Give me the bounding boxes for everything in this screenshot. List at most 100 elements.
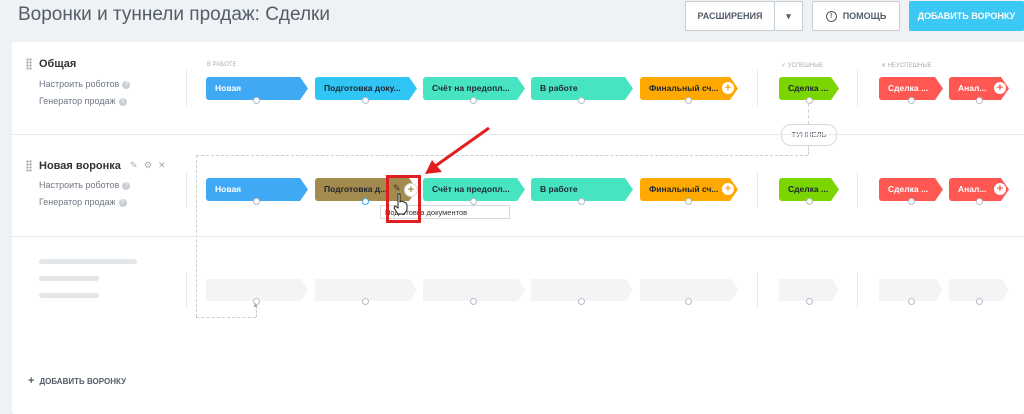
row-divider	[12, 236, 1024, 237]
stage-connector-dot[interactable]	[976, 198, 983, 205]
help-icon: ?	[118, 198, 127, 207]
tunnel-line	[808, 104, 809, 124]
plus-icon: +	[28, 375, 35, 387]
section-in-work: В РАБОТЕ	[207, 62, 237, 68]
hand-cursor-icon	[393, 193, 408, 215]
robots-link-label: Настроить роботов	[39, 79, 120, 89]
divider	[186, 272, 187, 308]
stage-label: Новая	[215, 83, 242, 93]
add-funnel-link[interactable]: + ДОБАВИТЬ ВОРОНКУ	[28, 375, 126, 387]
stage-label: Анал...	[958, 184, 987, 194]
stage-connector-dot[interactable]	[578, 298, 585, 305]
robots-link[interactable]: Настроить роботов?	[39, 79, 131, 89]
stage-connector-dot[interactable]	[578, 198, 585, 205]
divider	[186, 70, 187, 106]
row-divider	[12, 134, 1024, 135]
divider	[857, 172, 858, 208]
tunnel-badge[interactable]: ТУННЕЛЬ	[781, 124, 837, 146]
divider	[757, 172, 758, 208]
divider	[757, 70, 758, 106]
stage-connector-dot[interactable]	[806, 97, 813, 104]
stage-connector-dot[interactable]	[253, 97, 260, 104]
stage-connector-dot[interactable]	[806, 298, 813, 305]
divider	[757, 272, 758, 308]
stage-connector-dot[interactable]	[806, 198, 813, 205]
stage-connector-dot[interactable]	[470, 97, 477, 104]
help-icon: ?	[122, 80, 131, 89]
stage-label: Анал...	[958, 83, 987, 93]
stage-connector-dot[interactable]	[976, 97, 983, 104]
funnel-name[interactable]: Новая воронка	[39, 160, 121, 172]
drag-handle-icon[interactable]	[26, 58, 32, 70]
stage-connector-dot[interactable]	[470, 298, 477, 305]
placeholder-bar	[39, 293, 99, 298]
tunnel-line	[808, 145, 809, 155]
stage-connector-dot[interactable]	[908, 198, 915, 205]
stage-connector-dot[interactable]	[976, 298, 983, 305]
help-icon: ?	[122, 181, 131, 190]
arrow-up-icon: ▲	[252, 302, 259, 309]
add-stage-icon[interactable]: +	[722, 183, 734, 195]
stage-label: Подготовка д...	[324, 184, 388, 194]
generator-link[interactable]: Генератор продаж?	[39, 96, 127, 106]
stage-connector-dot[interactable]	[685, 198, 692, 205]
placeholder-bar	[39, 259, 137, 264]
help-button[interactable]: ! ПОМОЩЬ	[812, 1, 900, 31]
add-stage-icon[interactable]: +	[994, 183, 1006, 195]
stage-label: В работе	[540, 83, 578, 93]
section-fail-label: НЕУСПЕШНЫЕ	[887, 63, 932, 69]
generator-link-label: Генератор продаж	[39, 96, 116, 106]
tunnel-line	[196, 155, 808, 156]
add-stage-icon[interactable]: +	[994, 82, 1006, 94]
funnel-name[interactable]: Общая	[39, 58, 76, 70]
stage-label: Финальный сч...	[649, 184, 719, 194]
stage-label: Сделка ...	[888, 184, 929, 194]
add-stage-icon[interactable]: +	[722, 82, 734, 94]
divider	[186, 172, 187, 208]
help-icon: ?	[118, 97, 127, 106]
robots-link[interactable]: Настроить роботов?	[39, 180, 131, 190]
extensions-dropdown-button[interactable]: ▾	[775, 1, 803, 31]
stage-connector-dot[interactable]	[908, 298, 915, 305]
stage-label: Финальный сч...	[649, 83, 719, 93]
placeholder-bar	[39, 276, 99, 281]
stage-label: Счёт на предопл...	[432, 184, 510, 194]
help-label: ПОМОЩЬ	[842, 11, 887, 21]
stage-connector-dot[interactable]	[362, 198, 369, 205]
top-bar: Воронки и туннели продаж: Сделки РАСШИРЕ…	[0, 0, 1024, 40]
chevron-down-icon: ▾	[786, 10, 791, 21]
generator-link-label: Генератор продаж	[39, 197, 116, 207]
stage-connector-dot[interactable]	[685, 298, 692, 305]
stage-connector-dot[interactable]	[470, 198, 477, 205]
drag-handle-icon[interactable]	[26, 160, 32, 172]
stage-connector-dot[interactable]	[578, 97, 585, 104]
add-funnel-label: ДОБАВИТЬ ВОРОНКУ	[39, 377, 127, 386]
extensions-button[interactable]: РАСШИРЕНИЯ	[685, 1, 775, 31]
section-fail: ✕ НЕУСПЕШНЫЕ	[881, 63, 932, 69]
stage-label: Новая	[215, 184, 242, 194]
stage-label: Счёт на предопл...	[432, 83, 510, 93]
divider	[857, 70, 858, 106]
stage-label: В работе	[540, 184, 578, 194]
stage-connector-dot[interactable]	[908, 97, 915, 104]
tunnel-line	[196, 317, 256, 318]
stage-connector-dot[interactable]	[685, 97, 692, 104]
section-success-label: УСПЕШНЫЕ	[787, 63, 824, 69]
generator-link[interactable]: Генератор продаж?	[39, 197, 127, 207]
divider	[857, 272, 858, 308]
page-title: Воронки и туннели продаж: Сделки	[18, 4, 330, 25]
stage-label: Сделка ...	[788, 184, 829, 194]
close-icon[interactable]: ✕	[158, 160, 166, 171]
robots-link-label: Настроить роботов	[39, 180, 120, 190]
edit-icon[interactable]: ✎	[130, 160, 138, 171]
section-success: ✓ УСПЕШНЫЕ	[781, 63, 824, 69]
info-icon: !	[825, 10, 837, 22]
add-funnel-button[interactable]: ДОБАВИТЬ ВОРОНКУ	[909, 1, 1024, 31]
stage-label: Сделка ...	[888, 83, 929, 93]
stage-connector-dot[interactable]	[253, 198, 260, 205]
stage-label: Сделка ...	[788, 83, 829, 93]
stage-label: Подготовка доку...	[324, 83, 401, 93]
gear-icon[interactable]: ⚙	[144, 160, 152, 171]
stage-connector-dot[interactable]	[362, 298, 369, 305]
stage-connector-dot[interactable]	[362, 97, 369, 104]
